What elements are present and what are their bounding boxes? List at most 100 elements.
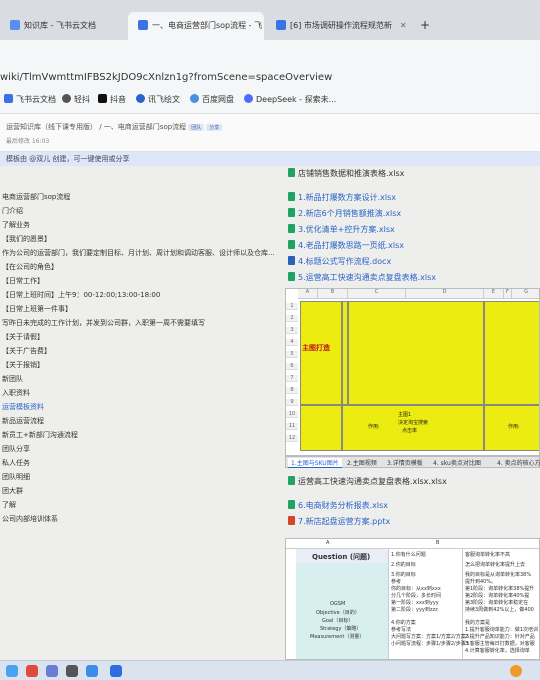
- row-number: 12: [286, 435, 298, 442]
- app-icon[interactable]: [86, 665, 98, 677]
- outline-item[interactable]: 【关于请假】: [2, 332, 44, 342]
- outline-item[interactable]: 团大群: [2, 486, 23, 496]
- bookmark-xunfei[interactable]: 讯飞绘文: [136, 94, 180, 105]
- app-icon[interactable]: [66, 665, 78, 677]
- outline-item[interactable]: 【关于报销】: [2, 360, 44, 370]
- new-tab-button[interactable]: +: [420, 18, 430, 32]
- cell-text: 作用:: [368, 424, 380, 430]
- outline-item[interactable]: 公司内部培训体系: [2, 514, 58, 524]
- file-attachment[interactable]: 1.新品打爆数方案设计.xlsx: [288, 192, 396, 203]
- outline-item[interactable]: 入职资料: [2, 388, 30, 398]
- outline-item[interactable]: 了解业务: [2, 220, 30, 230]
- excel-icon: [288, 272, 295, 281]
- row-number: 9: [286, 399, 298, 406]
- outline-item[interactable]: 新品运营流程: [2, 416, 44, 426]
- answer-line: 持续3周做到42%以上，做400: [465, 607, 534, 613]
- breadcrumb-area: 运营知识库（线下课专用版） / 一、电商运营部门sop流程 团队 分享 最后修改 1…: [0, 114, 540, 152]
- outline-item[interactable]: 【我们的愿景】: [2, 234, 51, 244]
- question-line: 1.你有什么问题: [391, 552, 426, 558]
- tab-label: 一、电商运营部门sop流程 - 飞: [152, 21, 263, 30]
- doc-icon: [276, 20, 286, 30]
- spreadsheet-preview[interactable]: A B C D E F G 1 2 3 4 5 6 7 8 9 10 11 12…: [285, 288, 540, 456]
- answer-line: 提升到40%。: [465, 579, 497, 585]
- sheet-tab[interactable]: 3.详情页模板: [384, 458, 426, 467]
- url-text: wiki/TlmVwmttmIFBS2kJDO9cXnlzn1g?fromSce…: [0, 72, 333, 83]
- address-bar[interactable]: wiki/TlmVwmttmIFBS2kJDO9cXnlzn1g?fromSce…: [0, 40, 540, 86]
- outline-item[interactable]: 私人任务: [2, 458, 30, 468]
- bookmark-baidu-pan[interactable]: 百度网盘: [190, 94, 234, 105]
- breadcrumb[interactable]: 运营知识库（线下课专用版） / 一、电商运营部门sop流程 团队 分享: [6, 122, 223, 132]
- taskbar: [0, 660, 540, 680]
- tab-sop-doc[interactable]: 一、电商运营部门sop流程 - 飞✕: [128, 12, 264, 40]
- outline-item[interactable]: 作为公司的运营部门，我们要定制目标、月计划、周计划和调动客服、设计师以及仓库..…: [2, 248, 275, 258]
- file-name: 4.老品打爆数思路一页纸.xlsx: [298, 241, 405, 250]
- breadcrumb-text: 运营知识库（线下课专用版） / 一、电商运营部门sop流程: [6, 123, 187, 131]
- outline-item[interactable]: 新团队: [2, 374, 23, 384]
- file-name: 1.新品打爆数方案设计.xlsx: [298, 193, 397, 202]
- file-attachment[interactable]: 6.电商财务分析报表.xlsx: [288, 500, 388, 511]
- answer-line: 2.提升产品知识能力：针对产品: [465, 634, 535, 640]
- qingdou-icon: [62, 94, 71, 103]
- outline-item[interactable]: 写昨日未完成的工作计划，并发到公司群，入职第一周不需要填写: [2, 318, 205, 328]
- file-attachment[interactable]: 2.新店6个月销售额推演.xlsx: [288, 208, 401, 219]
- file-attachment[interactable]: 5.运营高工快速沟通卖点复盘表格.xlsx: [288, 272, 436, 283]
- outline-item[interactable]: 了解: [2, 500, 16, 510]
- excel-icon: [288, 168, 295, 177]
- sheet-tab[interactable]: 4. sku卖点对比图: [430, 458, 484, 467]
- tab-label: 知识库 - 飞书云文档: [24, 21, 96, 30]
- bookmark-douyin[interactable]: 抖音: [98, 94, 126, 105]
- excel-icon: [288, 476, 295, 485]
- tab-feishu-knowledge[interactable]: 知识库 - 飞书云文档: [0, 12, 140, 40]
- question-line: 参考写法: [391, 627, 412, 633]
- tab-market-research[interactable]: [6] 市场调研操作流程规范新 ✕: [266, 12, 416, 40]
- sheet-tab[interactable]: 4. 卖点的核心方式: [494, 458, 540, 467]
- file-name: 6.电商财务分析报表.xlsx: [298, 501, 389, 510]
- bookmark-label: 飞书云文档: [16, 95, 56, 104]
- outline-item[interactable]: 【日常工作】: [2, 276, 44, 286]
- sheet-tab[interactable]: 2.主图视频: [344, 458, 380, 467]
- outline-item[interactable]: 新员工+新部门沟通流程: [2, 430, 78, 440]
- sheet-tab[interactable]: 1.主图与SKU图片: [288, 458, 342, 468]
- file-attachment[interactable]: 运营高工快速沟通卖点复盘表格.xlsx.xlsx: [288, 476, 447, 487]
- outline-item[interactable]: 【日常上班时间】上午9：00-12:00;13:00-18:00: [2, 290, 160, 300]
- close-icon[interactable]: ✕: [400, 21, 407, 30]
- file-attachment[interactable]: 4.老品打爆数思路一页纸.xlsx: [288, 240, 404, 251]
- ogsm-table[interactable]: A B Question (问题) OGSM Objective（目的） Goa…: [285, 538, 540, 660]
- outline-item[interactable]: 【关于广告费】: [2, 346, 51, 356]
- row-number: 3: [286, 327, 298, 334]
- app-icon[interactable]: [6, 665, 18, 677]
- file-attachment[interactable]: 4.标题公式写作流程.docx: [288, 256, 391, 267]
- app-icon[interactable]: [110, 665, 122, 677]
- outline-item[interactable]: 电商运营部门sop流程: [2, 192, 70, 202]
- question-line: 4.你的方案: [391, 620, 416, 626]
- outline-item[interactable]: 门介绍: [2, 206, 23, 216]
- file-attachment[interactable]: 3.优化清单+控升方案.xlsx: [288, 224, 395, 235]
- question-header: Question (问题): [312, 553, 371, 561]
- outline-item[interactable]: 【日常上班第一件事】: [2, 304, 72, 314]
- bookmark-feishu[interactable]: 飞书云文档: [4, 94, 56, 105]
- outline-item-active[interactable]: 运营模板资料: [2, 402, 44, 412]
- bookmark-deepseek[interactable]: DeepSeek - 探索未...: [244, 94, 336, 105]
- outline-item[interactable]: 团队分享: [2, 444, 30, 454]
- outline-item[interactable]: 团队明细: [2, 472, 30, 482]
- yellow-cell-block: [300, 301, 342, 405]
- app-icon[interactable]: [510, 665, 522, 677]
- file-attachment[interactable]: 7.新店起盘运营方案.pptx: [288, 516, 390, 527]
- file-attachment[interactable]: 店铺销售数据和推演表格.xlsx: [288, 168, 404, 179]
- douyin-icon: [98, 94, 107, 103]
- yellow-cell-block: [300, 405, 342, 451]
- app-icon[interactable]: [26, 665, 38, 677]
- app-icon[interactable]: [46, 665, 58, 677]
- word-icon: [288, 256, 295, 265]
- feishu-icon: [4, 94, 13, 103]
- col-header: B: [318, 289, 348, 299]
- outline-item[interactable]: 【在公司的角色】: [2, 262, 58, 272]
- cell-text: 点击率: [402, 428, 418, 434]
- question-line: 3.你的目标: [391, 572, 416, 578]
- template-banner: 模板由 @双儿 创建，可一键使用或分享: [0, 152, 540, 166]
- answer-line: 第3阶段：询单转化率稳定在: [465, 600, 529, 606]
- question-line: 参考: [391, 579, 402, 585]
- bookmark-qingdou[interactable]: 轻抖: [62, 94, 90, 105]
- bookmark-label: DeepSeek - 探索未...: [256, 95, 337, 104]
- bookmark-label: 百度网盘: [202, 95, 234, 104]
